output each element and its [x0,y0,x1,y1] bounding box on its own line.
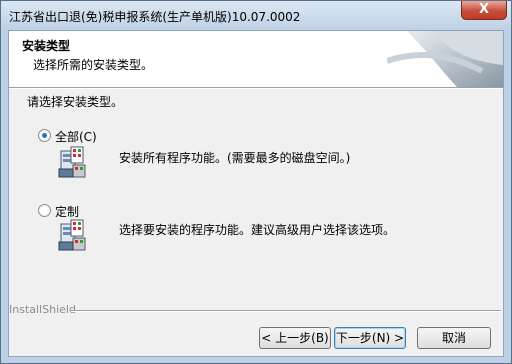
window-title: 江苏省出口退(免)税申报系统(生产单机版)10.07.0002 [9,10,301,24]
option-complete-description: 安装所有程序功能。(需要最多的磁盘空间。) [119,151,351,165]
option-custom-description: 选择要安装的程序功能。建议高级用户选择该选项。 [119,223,396,237]
installshield-brand: InstallShield [9,303,76,316]
dialog-header: 安装类型 选择所需的安装类型。 [9,31,503,87]
close-button[interactable]: X [461,1,507,20]
back-button[interactable]: < 上一步(B) [259,327,331,349]
install-package-icon [58,146,86,178]
dialog-client-area: 安装类型 选择所需的安装类型。 请选择安装类型。 全部(C) 安装所有程序功能。… [8,30,504,357]
footer-separator [71,310,501,312]
instruction-text: 请选择安装类型。 [27,95,124,109]
next-button[interactable]: 下一步(N) > [334,327,406,349]
header-separator [9,87,503,89]
radio-complete[interactable] [38,129,51,142]
header-banner-art [387,31,503,87]
title-bar[interactable]: 江苏省出口退(免)税申报系统(生产单机版)10.07.0002 X [1,1,511,30]
option-complete-label[interactable]: 全部(C) [55,128,97,145]
radio-custom[interactable] [38,204,51,217]
cancel-button[interactable]: 取消 [417,327,491,349]
installer-window: 江苏省出口退(免)税申报系统(生产单机版)10.07.0002 X 安装类型 选… [0,0,512,364]
install-package-icon [58,219,86,251]
header-title: 安装类型 [22,39,71,53]
header-subtitle: 选择所需的安装类型。 [33,58,154,72]
